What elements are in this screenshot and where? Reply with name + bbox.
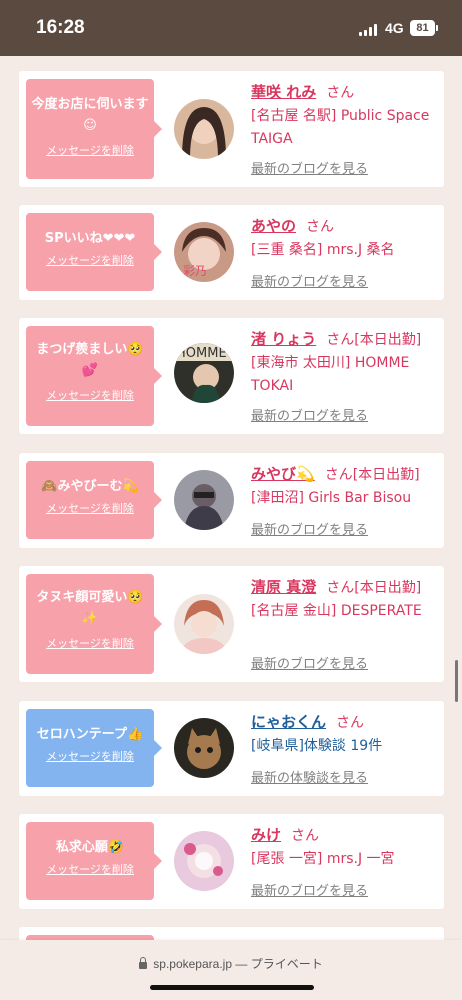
message-card: 🙈みやびーむ💫 メッセージを削除 みやび💫 さん[本日出勤] [津田沼] Girl… xyxy=(19,453,444,548)
message-bubble: まつげ羨ましい🥺💕 メッセージを削除 xyxy=(26,326,162,426)
latest-blog-link[interactable]: 最新のブログを見る xyxy=(251,653,368,672)
message-bubble: タヌキ顔可愛い🥺✨ メッセージを削除 xyxy=(26,574,162,674)
cast-name-link[interactable]: 清原 真澄 xyxy=(251,578,316,596)
delete-message-link[interactable]: メッセージを削除 xyxy=(26,748,154,766)
latest-blog-link[interactable]: 最新のブログを見る xyxy=(251,405,368,424)
status-bar: 16:28 4G 81 xyxy=(0,0,462,56)
honorific: さん xyxy=(326,580,355,596)
svg-text:彩乃: 彩乃 xyxy=(183,264,207,278)
avatar[interactable] xyxy=(174,594,234,654)
avatar[interactable]: 彩乃 xyxy=(174,222,234,282)
message-bubble: 私求心願🤣 メッセージを削除 xyxy=(26,822,162,900)
attendance-tag: [本日出勤] xyxy=(354,332,422,348)
delete-message-link[interactable]: メッセージを削除 xyxy=(26,387,154,405)
browser-url-bar[interactable]: sp.pokepara.jp — プライベート xyxy=(0,940,462,1000)
message-card: 私求心願🤣 メッセージを削除 みけ さん [尾張 一宮] mrs.J 一宮 最新の… xyxy=(19,814,444,909)
honorific: さん xyxy=(324,467,353,483)
honorific: さん xyxy=(291,828,320,844)
message-text: 今度お店に伺います☺ xyxy=(31,97,149,133)
shop-label: [東海市 太田川] HOMME TOKAI xyxy=(251,355,410,394)
message-card-partial xyxy=(19,927,444,940)
signal-icon xyxy=(359,24,379,36)
battery-icon: 81 xyxy=(410,20,438,36)
message-text: 🙈みやびーむ💫 xyxy=(41,479,139,494)
honorific: さん xyxy=(326,332,355,348)
shop-label: [尾張 一宮] mrs.J 一宮 xyxy=(251,851,395,867)
status-time: 16:28 xyxy=(36,17,85,38)
attendance-tag: [本日出勤] xyxy=(352,467,420,483)
delete-message-link[interactable]: メッセージを削除 xyxy=(26,142,154,160)
delete-message-link[interactable]: メッセージを削除 xyxy=(26,861,154,879)
avatar[interactable] xyxy=(174,99,234,159)
shop-label: [名古屋 金山] DESPERATE xyxy=(251,603,422,619)
avatar[interactable] xyxy=(174,470,234,530)
attendance-tag: [本日出勤] xyxy=(354,580,422,596)
latest-blog-link[interactable]: 最新のブログを見る xyxy=(251,519,368,538)
message-card: 今度お店に伺います☺ メッセージを削除 華咲 れみ さん [名古屋 名駅] Pub… xyxy=(19,71,444,187)
message-card: まつげ羨ましい🥺💕 メッセージを削除 HOMME 渚 りょう さん[本日出勤] [… xyxy=(19,318,444,434)
cast-name-link[interactable]: みやび💫 xyxy=(251,465,315,483)
latest-blog-link[interactable]: 最新のブログを見る xyxy=(251,271,368,290)
cast-name-link[interactable]: 渚 りょう xyxy=(251,330,316,348)
honorific: さん xyxy=(326,85,355,101)
message-card: セロハンテープ👍 メッセージを削除 にゃおくん さん [岐阜県]体験談 19件 最… xyxy=(19,701,444,796)
cast-name-link[interactable]: みけ xyxy=(251,826,281,844)
url-text: sp.pokepara.jp xyxy=(153,957,233,971)
latest-blog-link[interactable]: 最新のブログを見る xyxy=(251,880,368,899)
cast-name-link[interactable]: あやの xyxy=(251,217,296,235)
scrollbar[interactable] xyxy=(455,660,458,702)
message-text: SPいいね❤❤❤ xyxy=(44,231,136,246)
reviewer-name-link[interactable]: にゃおくん xyxy=(251,713,326,731)
message-text: まつげ羨ましい🥺💕 xyxy=(36,342,144,378)
avatar[interactable] xyxy=(174,718,234,778)
avatar[interactable] xyxy=(174,831,234,891)
message-bubble: 今度お店に伺います☺ メッセージを削除 xyxy=(26,79,162,179)
message-card: タヌキ顔可愛い🥺✨ メッセージを削除 清原 真澄 さん[本日出勤] [名古屋 金山… xyxy=(19,566,444,682)
message-text: セロハンテープ👍 xyxy=(36,727,144,742)
delete-message-link[interactable]: メッセージを削除 xyxy=(26,500,154,518)
message-bubble: SPいいね❤❤❤ メッセージを削除 xyxy=(26,213,162,291)
message-card: SPいいね❤❤❤ メッセージを削除 彩乃 あやの さん [三重 桑名] mrs.J… xyxy=(19,205,444,300)
avatar[interactable]: HOMME xyxy=(174,343,234,403)
message-bubble: セロハンテープ👍 メッセージを削除 xyxy=(26,709,162,787)
message-feed[interactable]: 今度お店に伺います☺ メッセージを削除 華咲 れみ さん [名古屋 名駅] Pub… xyxy=(0,56,462,940)
message-text: タヌキ顔可愛い🥺✨ xyxy=(36,590,144,626)
message-text: 私求心願🤣 xyxy=(55,840,125,855)
honorific: さん xyxy=(336,715,365,731)
svg-text:HOMME: HOMME xyxy=(176,346,227,361)
shop-label: [三重 桑名] mrs.J 桑名 xyxy=(251,242,395,258)
latest-blog-link[interactable]: 最新のブログを見る xyxy=(251,158,368,177)
cast-name-link[interactable]: 華咲 れみ xyxy=(251,83,316,101)
latest-review-link[interactable]: 最新の体験談を見る xyxy=(251,767,368,786)
lock-icon xyxy=(139,957,148,969)
network-label: 4G xyxy=(385,20,404,36)
private-mode-label: — プライベート xyxy=(235,957,323,971)
delete-message-link[interactable]: メッセージを削除 xyxy=(26,635,154,653)
honorific: さん xyxy=(306,219,335,235)
message-bubble: 🙈みやびーむ💫 メッセージを削除 xyxy=(26,461,162,539)
shop-label: [名古屋 名駅] Public Space TAIGA xyxy=(251,108,430,147)
shop-label: [津田沼] Girls Bar Bisou xyxy=(251,490,412,506)
delete-message-link[interactable]: メッセージを削除 xyxy=(26,252,154,270)
home-indicator[interactable] xyxy=(150,985,314,990)
review-count-label: [岐阜県]体験談 19件 xyxy=(251,738,383,754)
